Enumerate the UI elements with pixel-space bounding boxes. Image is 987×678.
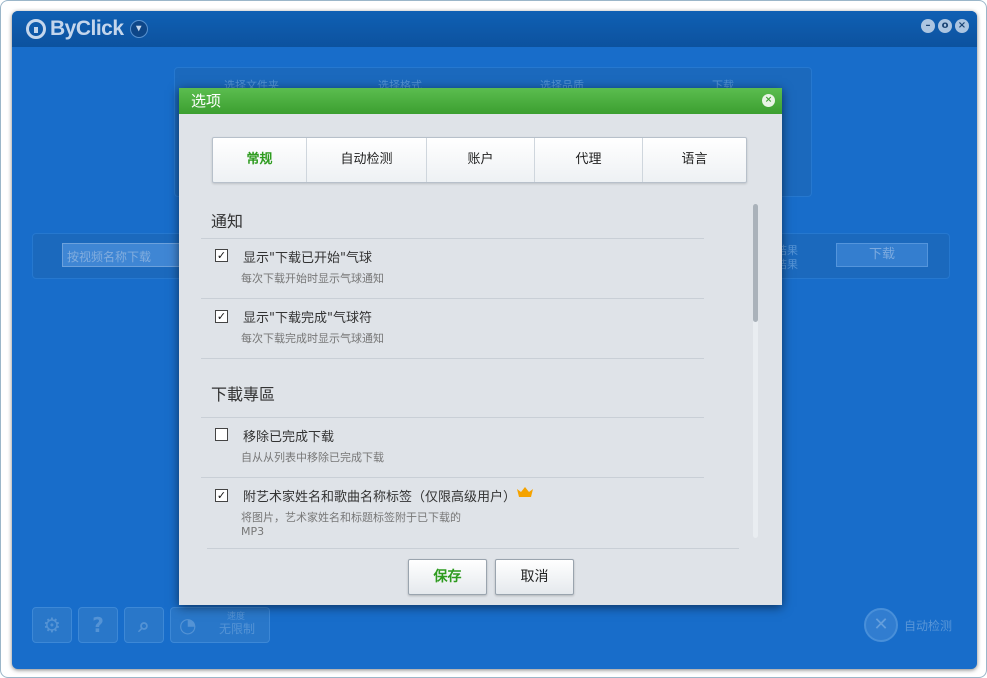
tab-language[interactable]: 语言 (643, 138, 746, 182)
option-desc-tag-artist: 将图片，艺术家姓名和标题标签附于已下载的MP3 (241, 511, 461, 538)
checkbox-remove-completed[interactable] (215, 428, 228, 441)
save-button[interactable]: 保存 (408, 559, 487, 595)
dialog-close-icon[interactable]: × (762, 94, 775, 107)
tab-proxy[interactable]: 代理 (535, 138, 643, 182)
options-content: 通知 ✓ 显示"下载已开始"气球 每次下载开始时显示气球通知 ✓ 显示"下载完成… (201, 198, 761, 548)
dialog-title-bar: 选项 × (179, 88, 782, 114)
app-window: ByClick ▾ – o × 选择文件夹 选择格式 选择品质 下载 按视频名称… (12, 11, 977, 669)
divider (201, 417, 704, 418)
divider (201, 238, 704, 239)
cancel-button[interactable]: 取消 (495, 559, 574, 595)
option-label-tag-artist: 附艺术家姓名和歌曲名称标签（仅限高级用户） (243, 490, 517, 505)
divider (201, 298, 704, 299)
premium-crown-icon (517, 487, 533, 497)
option-desc-remove-completed: 自从从列表中移除已完成下载 (241, 451, 384, 464)
checkbox-download-started[interactable]: ✓ (215, 249, 228, 262)
window-frame: ByClick ▾ – o × 选择文件夹 选择格式 选择品质 下载 按视频名称… (0, 0, 987, 678)
option-label-download-started: 显示"下载已开始"气球 (243, 251, 372, 266)
option-desc-download-complete: 每次下载完成时显示气球通知 (241, 332, 384, 345)
option-label-remove-completed: 移除已完成下载 (243, 430, 335, 445)
footer-divider (207, 548, 739, 549)
divider (201, 477, 704, 478)
option-desc-download-started: 每次下载开始时显示气球通知 (241, 272, 384, 285)
options-tabs: 常规 自动检测 账户 代理 语言 (212, 137, 747, 183)
options-scrollbar[interactable] (753, 204, 758, 538)
tab-account[interactable]: 账户 (427, 138, 535, 182)
checkbox-download-complete[interactable]: ✓ (215, 310, 228, 323)
tab-auto-detect[interactable]: 自动检测 (307, 138, 427, 182)
option-label-download-complete: 显示"下载完成"气球符 (243, 311, 372, 326)
dialog-title: 选项 (191, 92, 222, 110)
tab-general[interactable]: 常规 (213, 138, 307, 182)
scroll-thumb[interactable] (753, 204, 758, 322)
divider (201, 358, 704, 359)
options-dialog: 选项 × 常规 自动检测 账户 代理 语言 通知 ✓ 显示"下载已开始"气球 每… (179, 88, 782, 605)
section-title-notifications: 通知 (211, 212, 244, 231)
checkbox-tag-artist[interactable]: ✓ (215, 489, 228, 502)
section-title-downloads: 下載專區 (211, 385, 276, 404)
